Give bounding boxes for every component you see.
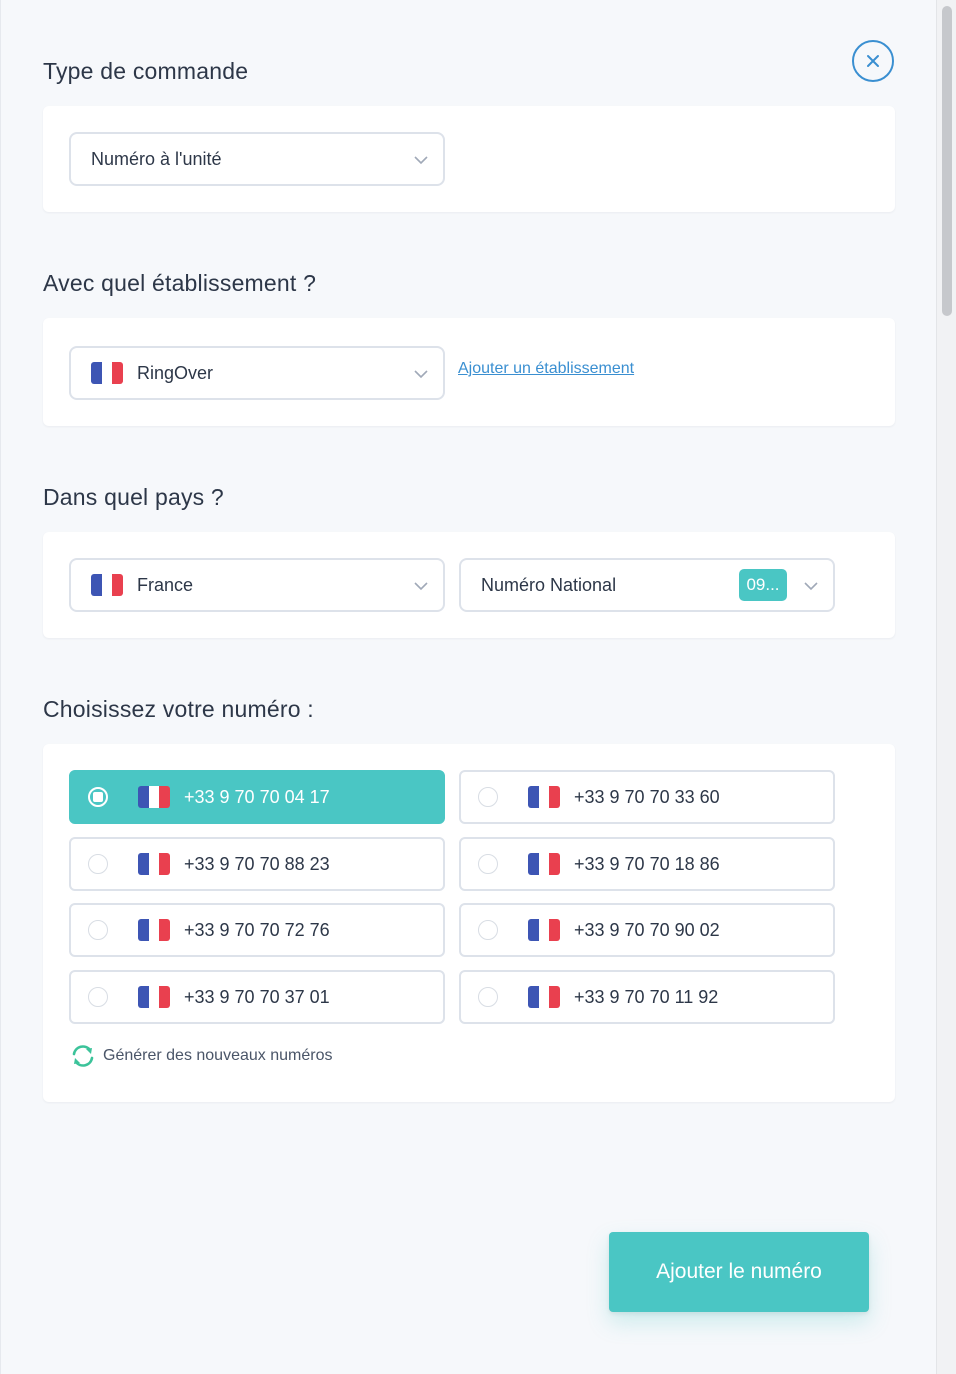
chevron-down-icon [414,370,428,379]
number-value: +33 9 70 70 90 02 [574,919,720,940]
prefix-badge: 09... [739,569,787,601]
chevron-down-icon [804,582,818,591]
number-option[interactable]: +33 9 70 70 18 86 [459,837,835,891]
radio-button[interactable] [88,787,108,807]
order-panel: Type de commande Numéro à l'unité Avec q… [0,0,936,1374]
france-flag-icon [138,853,170,875]
close-icon [867,55,879,67]
scrollbar-thumb[interactable] [942,6,952,316]
france-flag-icon [91,362,123,384]
number-value: +33 9 70 70 88 23 [184,853,330,874]
radio-button[interactable] [88,920,108,940]
generate-numbers-button[interactable]: Générer des nouveaux numéros [69,1043,332,1069]
establishment-select[interactable]: RingOver [69,346,445,400]
number-option[interactable]: +33 9 70 70 90 02 [459,903,835,957]
order-type-card: Numéro à l'unité [43,106,895,212]
order-type-title: Type de commande [43,58,249,84]
refresh-icon [72,1045,94,1067]
order-type-select[interactable]: Numéro à l'unité [69,132,445,186]
order-type-value: Numéro à l'unité [91,148,222,169]
number-option[interactable]: +33 9 70 70 04 17 [69,770,445,824]
radio-button[interactable] [478,787,498,807]
radio-button[interactable] [88,987,108,1007]
radio-button[interactable] [478,854,498,874]
add-establishment-link[interactable]: Ajouter un établissement [458,360,634,378]
number-option[interactable]: +33 9 70 70 88 23 [69,837,445,891]
france-flag-icon [528,986,560,1008]
france-flag-icon [138,786,170,808]
number-value: +33 9 70 70 33 60 [574,786,720,807]
france-flag-icon [91,574,123,596]
france-flag-icon [138,919,170,941]
number-option[interactable]: +33 9 70 70 11 92 [459,970,835,1024]
chevron-down-icon [414,156,428,165]
number-option[interactable]: +33 9 70 70 33 60 [459,770,835,824]
number-value: +33 9 70 70 04 17 [184,786,330,807]
radio-button[interactable] [478,987,498,1007]
number-value: +33 9 70 70 11 92 [574,986,719,1007]
country-value: France [137,574,194,595]
number-value: +33 9 70 70 72 76 [184,919,330,940]
choose-number-title: Choisissez votre numéro : [43,696,314,722]
add-number-button[interactable]: Ajouter le numéro [609,1232,869,1312]
number-option[interactable]: +33 9 70 70 72 76 [69,903,445,957]
country-select[interactable]: France [69,558,445,612]
number-type-select[interactable]: Numéro National 09... [459,558,835,612]
france-flag-icon [528,786,560,808]
establishment-value: RingOver [137,362,214,383]
radio-button[interactable] [88,854,108,874]
close-button[interactable] [852,40,894,82]
generate-numbers-label: Générer des nouveaux numéros [103,1047,333,1064]
country-card: France Numéro National 09... [43,532,895,638]
country-title: Dans quel pays ? [43,484,224,510]
establishment-card: RingOver Ajouter un établissement [43,318,895,426]
radio-button[interactable] [478,920,498,940]
france-flag-icon [528,853,560,875]
france-flag-icon [138,986,170,1008]
chevron-down-icon [414,582,428,591]
number-value: +33 9 70 70 37 01 [184,986,330,1007]
number-value: +33 9 70 70 18 86 [574,853,720,874]
number-option[interactable]: +33 9 70 70 37 01 [69,970,445,1024]
number-type-value: Numéro National [481,574,617,595]
france-flag-icon [528,919,560,941]
establishment-title: Avec quel établissement ? [43,270,317,296]
